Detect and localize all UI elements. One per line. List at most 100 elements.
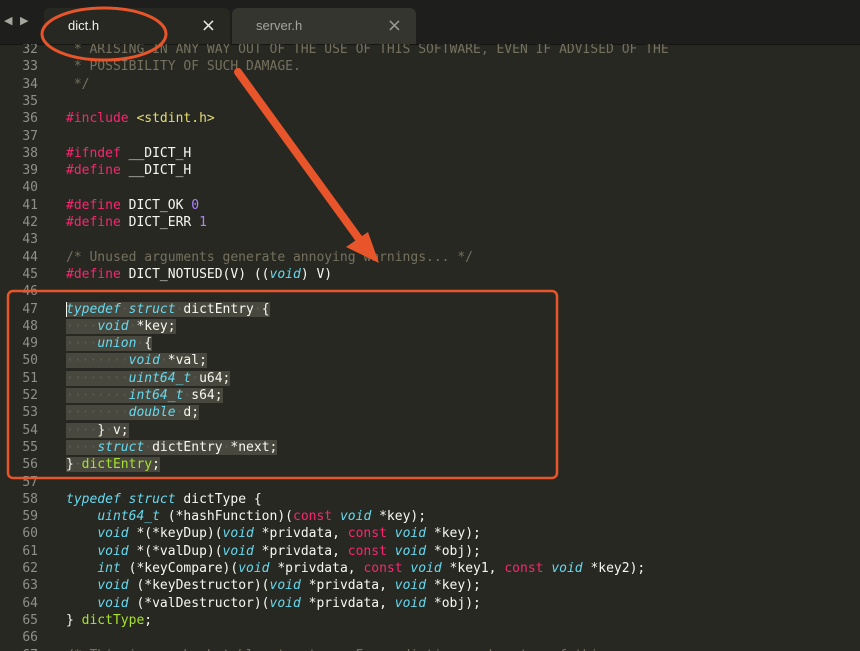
code-token: · bbox=[159, 353, 168, 369]
code-token: void bbox=[97, 595, 129, 611]
code-text: typedef·struct·dictEntry·{ bbox=[66, 301, 270, 318]
code-text: int (*keyCompare)(void *privdata, const … bbox=[66, 560, 645, 577]
code-line[interactable]: 36 #include <stdint.h> bbox=[0, 110, 860, 127]
code-line[interactable]: 66 bbox=[0, 629, 860, 646]
code-line[interactable]: 57 bbox=[0, 474, 860, 491]
code-line[interactable]: 53 ········double·d; bbox=[0, 404, 860, 421]
code-token: #include bbox=[66, 111, 129, 127]
code-text: ········double·d; bbox=[66, 404, 200, 421]
code-line[interactable]: 46 bbox=[0, 283, 860, 300]
code-line[interactable]: 41 #define DICT_OK 0 bbox=[0, 197, 860, 214]
code-text: #define __DICT_H bbox=[66, 162, 191, 179]
code-line[interactable]: 63 void (*keyDestructor)(void *privdata,… bbox=[0, 577, 860, 594]
code-line[interactable]: 34 */ bbox=[0, 76, 860, 93]
code-token: ···· bbox=[66, 439, 98, 455]
code-line[interactable]: 59 uint64_t (*hashFunction)(const void *… bbox=[0, 508, 860, 525]
code-token: *key2); bbox=[582, 561, 646, 576]
code-token: · bbox=[191, 370, 200, 386]
code-text: ········void·*val; bbox=[66, 352, 207, 369]
code-token: } bbox=[66, 457, 74, 473]
code-token: } bbox=[97, 422, 106, 438]
code-token: (*valDestructor)( bbox=[128, 595, 270, 611]
code-line[interactable]: 55 ····struct·dictEntry·*next; bbox=[0, 439, 860, 456]
code-token: *obj); bbox=[426, 595, 481, 611]
code-line[interactable]: 51 ········uint64_t·u64; bbox=[0, 370, 860, 387]
tab-nav-arrows[interactable]: ◀ ▶ bbox=[4, 14, 30, 27]
code-line[interactable]: 54 ····}·v; bbox=[0, 422, 860, 439]
code-line[interactable]: 67 /* This is our hash table structure. E… bbox=[0, 647, 860, 651]
code-line[interactable]: 49 ····union·{ bbox=[0, 335, 860, 352]
code-token: uint64_t bbox=[128, 370, 192, 386]
code-line[interactable]: 48 ····void·*key; bbox=[0, 318, 860, 335]
code-line[interactable]: 37 bbox=[0, 128, 860, 145]
code-line[interactable]: 40 bbox=[0, 179, 860, 196]
code-line[interactable]: 61 void *(*valDup)(void *privdata, const… bbox=[0, 543, 860, 560]
code-token: <stdint.h> bbox=[136, 111, 215, 127]
code-token: double bbox=[128, 405, 176, 421]
code-token: void bbox=[97, 543, 129, 559]
code-line[interactable]: 35 bbox=[0, 93, 860, 110]
code-editor[interactable]: 32 * ARISING IN ANY WAY OUT OF THE USE O… bbox=[0, 44, 860, 651]
code-token: void bbox=[410, 561, 442, 576]
line-number: 46 bbox=[22, 284, 38, 300]
line-number: 39 bbox=[22, 163, 38, 179]
code-line[interactable]: 33 * POSSIBILITY OF SUCH DAMAGE. bbox=[0, 58, 860, 75]
code-text: ····struct·dictEntry·*next; bbox=[66, 439, 278, 456]
code-line[interactable]: 50 ········void·*val; bbox=[0, 352, 860, 369]
code-token: dictType bbox=[81, 612, 145, 628]
code-line[interactable]: 62 int (*keyCompare)(void *privdata, con… bbox=[0, 560, 860, 577]
code-token: struct bbox=[97, 439, 145, 455]
tab-server-h[interactable]: server.h × bbox=[232, 8, 416, 44]
code-token: · bbox=[73, 457, 82, 473]
line-number: 36 bbox=[22, 111, 38, 127]
close-icon[interactable]: × bbox=[201, 15, 216, 36]
code-text: ····union·{ bbox=[66, 335, 153, 352]
tab-bar: ◀ ▶ dict.h × server.h × bbox=[0, 0, 860, 45]
code-token: struct bbox=[128, 491, 176, 507]
tab-dict-h[interactable]: dict.h × bbox=[44, 8, 230, 44]
code-line[interactable]: 52 ········int64_t·s64; bbox=[0, 387, 860, 404]
code-text: ········int64_t·s64; bbox=[66, 387, 223, 404]
line-number: 38 bbox=[22, 145, 38, 161]
code-line[interactable]: 60 void *(*keyDup)(void *privdata, const… bbox=[0, 525, 860, 542]
code-text: /* Unused arguments generate annoying wa… bbox=[66, 249, 473, 266]
line-number: 48 bbox=[22, 318, 38, 334]
code-token: *privdata, bbox=[300, 595, 395, 611]
code-line[interactable]: 39 #define __DICT_H bbox=[0, 162, 860, 179]
code-token: · bbox=[253, 301, 262, 317]
code-line[interactable]: 32 * ARISING IN ANY WAY OUT OF THE USE O… bbox=[0, 44, 860, 58]
code-token: * POSSIBILITY OF SUCH DAMAGE. bbox=[66, 59, 301, 75]
code-text: #define DICT_ERR 1 bbox=[66, 214, 207, 231]
code-line[interactable]: 38 #ifndef __DICT_H bbox=[0, 145, 860, 162]
code-token: __DICT_H bbox=[120, 163, 192, 179]
code-token: *key1, bbox=[441, 561, 505, 576]
code-line[interactable]: 44 /* Unused arguments generate annoying … bbox=[0, 249, 860, 266]
code-line[interactable]: 56 }·dictEntry; bbox=[0, 456, 860, 473]
code-token: ········ bbox=[66, 388, 129, 403]
text-caret bbox=[66, 301, 67, 317]
code-line[interactable]: 45 #define DICT_NOTUSED(V) ((void) V) bbox=[0, 266, 860, 283]
code-token: dictEntry bbox=[152, 439, 223, 455]
code-line[interactable]: 64 void (*valDestructor)(void *privdata,… bbox=[0, 595, 860, 612]
code-line[interactable]: 47 typedef·struct·dictEntry·{ bbox=[0, 301, 860, 318]
code-line[interactable]: 58 typedef struct dictType { bbox=[0, 491, 860, 508]
code-token: void bbox=[551, 561, 583, 576]
code-line[interactable]: 42 #define DICT_ERR 1 bbox=[0, 214, 860, 231]
code-text: } dictType; bbox=[66, 612, 152, 629]
code-token: · bbox=[144, 439, 153, 455]
line-number: 65 bbox=[22, 612, 38, 628]
line-number: 66 bbox=[22, 630, 38, 646]
code-text: }·dictEntry; bbox=[66, 456, 160, 473]
code-token: DICT_OK bbox=[120, 197, 192, 213]
line-number: 56 bbox=[22, 457, 38, 473]
code-line[interactable]: 43 bbox=[0, 231, 860, 248]
code-text: #define DICT_OK 0 bbox=[66, 197, 199, 214]
close-icon[interactable]: × bbox=[387, 15, 402, 36]
code-token: void bbox=[97, 526, 129, 542]
tab-label: server.h bbox=[256, 18, 303, 33]
code-line[interactable]: 65 } dictType; bbox=[0, 612, 860, 629]
code-token: ; bbox=[144, 612, 153, 628]
